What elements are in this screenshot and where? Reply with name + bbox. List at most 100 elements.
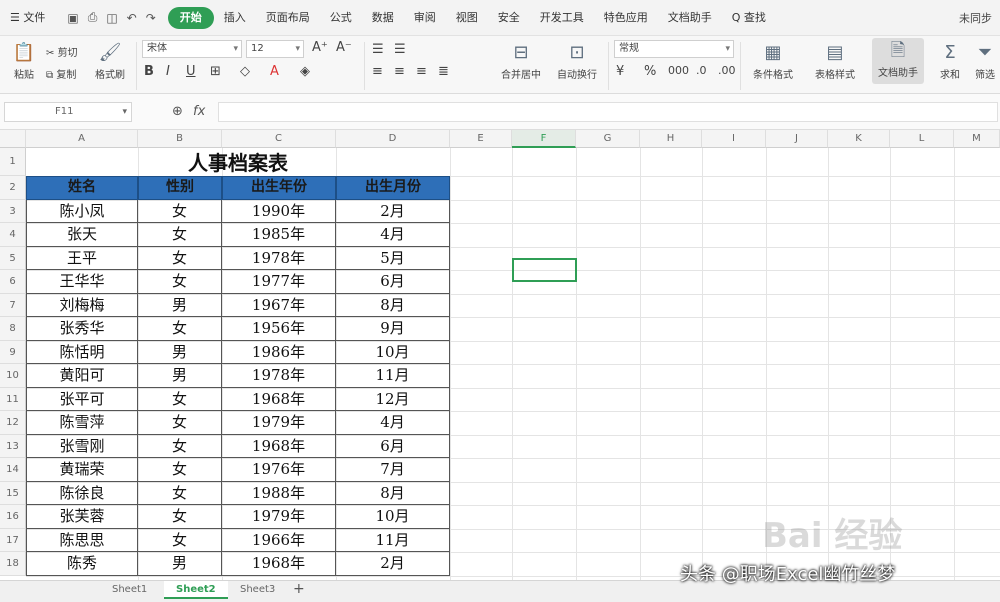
redo-icon[interactable]: ↷ — [146, 11, 156, 25]
menu-tab-8[interactable]: 开发工具 — [530, 7, 594, 29]
row-header-14[interactable]: 14 — [0, 458, 26, 482]
table-cell[interactable]: 王平 — [26, 246, 138, 270]
print-icon[interactable]: ⎙ — [88, 10, 98, 25]
row-header-13[interactable]: 13 — [0, 434, 26, 458]
select-all-corner[interactable] — [0, 130, 26, 148]
table-cell[interactable]: 2月 — [336, 552, 450, 576]
table-cell[interactable]: 男 — [138, 293, 222, 317]
table-cell[interactable]: 陈恬明 — [26, 340, 138, 364]
table-cell[interactable]: 8月 — [336, 293, 450, 317]
clear-format-icon[interactable]: ◈ — [300, 64, 310, 79]
row-header-1[interactable]: 1 — [0, 148, 26, 176]
format-painter-button[interactable]: 🖌 格式刷 — [90, 40, 130, 81]
table-cell[interactable]: 陈雪萍 — [26, 411, 138, 435]
doc-helper-button[interactable]: 🗎 文档助手 — [872, 38, 924, 84]
row-header-11[interactable]: 11 — [0, 387, 26, 411]
decrease-decimal-icon[interactable]: .00 — [718, 64, 736, 77]
row-header-5[interactable]: 5 — [0, 246, 26, 270]
table-cell[interactable]: 1990年 — [222, 199, 336, 223]
table-cell[interactable]: 1988年 — [222, 481, 336, 505]
column-header-i[interactable]: I — [702, 130, 766, 148]
table-cell[interactable]: 男 — [138, 340, 222, 364]
menu-tab-5[interactable]: 审阅 — [404, 7, 446, 29]
table-cell[interactable]: 1985年 — [222, 223, 336, 247]
column-header-j[interactable]: J — [766, 130, 828, 148]
table-cell[interactable]: 张雪刚 — [26, 434, 138, 458]
cut-button[interactable]: ✂ 剪切 — [46, 44, 78, 59]
table-cell[interactable]: 4月 — [336, 223, 450, 247]
undo-icon[interactable]: ↶ — [127, 11, 137, 25]
menu-tab-7[interactable]: 安全 — [488, 7, 530, 29]
row-header-8[interactable]: 8 — [0, 317, 26, 341]
table-cell[interactable]: 女 — [138, 223, 222, 247]
table-cell[interactable]: 1979年 — [222, 411, 336, 435]
column-header-g[interactable]: G — [576, 130, 640, 148]
percent-icon[interactable]: % — [644, 64, 656, 79]
row-header-10[interactable]: 10 — [0, 364, 26, 388]
row-header-12[interactable]: 12 — [0, 411, 26, 435]
table-header-cell[interactable]: 性别 — [138, 176, 222, 200]
table-cell[interactable]: 女 — [138, 387, 222, 411]
number-format-select[interactable]: 常规 — [614, 40, 734, 58]
table-cell[interactable]: 黄阳可 — [26, 364, 138, 388]
align-center-icon[interactable]: ≡ — [394, 64, 405, 79]
save-icon[interactable]: ▣ — [67, 11, 78, 25]
table-cell[interactable]: 10月 — [336, 340, 450, 364]
table-cell[interactable]: 11月 — [336, 364, 450, 388]
table-header-cell[interactable]: 出生年份 — [222, 176, 336, 200]
table-cell[interactable]: 女 — [138, 317, 222, 341]
table-cell[interactable]: 1968年 — [222, 434, 336, 458]
menu-tab-3[interactable]: 公式 — [320, 7, 362, 29]
column-header-e[interactable]: E — [450, 130, 512, 148]
table-cell[interactable]: 1968年 — [222, 552, 336, 576]
underline-icon[interactable]: U — [186, 64, 196, 79]
search-button[interactable]: Q 查找 — [722, 7, 776, 29]
row-header-4[interactable]: 4 — [0, 223, 26, 247]
table-cell[interactable]: 2月 — [336, 199, 450, 223]
file-menu[interactable]: ☰ 文件 — [0, 7, 55, 29]
table-cell[interactable]: 5月 — [336, 246, 450, 270]
sum-button[interactable]: Σ 求和 — [932, 40, 968, 81]
selected-cell-f11[interactable] — [512, 258, 577, 282]
table-cell[interactable]: 7月 — [336, 458, 450, 482]
table-style-button[interactable]: ▤ 表格样式 — [806, 40, 864, 81]
font-name-select[interactable]: 宋体 — [142, 40, 242, 58]
table-cell[interactable]: 8月 — [336, 481, 450, 505]
table-cell[interactable]: 女 — [138, 458, 222, 482]
table-cell[interactable]: 1979年 — [222, 505, 336, 529]
align-top-icon[interactable]: ☰ — [372, 42, 384, 57]
preview-icon[interactable]: ◫ — [106, 11, 117, 25]
column-header-m[interactable]: M — [954, 130, 1000, 148]
zoom-icon[interactable]: ⊕ — [172, 104, 183, 119]
row-header-16[interactable]: 16 — [0, 505, 26, 529]
row-header-15[interactable]: 15 — [0, 481, 26, 505]
italic-icon[interactable]: I — [166, 64, 170, 79]
table-cell[interactable]: 6月 — [336, 270, 450, 294]
name-box[interactable]: F11 — [4, 102, 132, 122]
table-header-cell[interactable]: 姓名 — [26, 176, 138, 200]
column-header-l[interactable]: L — [890, 130, 954, 148]
table-cell[interactable]: 张芙蓉 — [26, 505, 138, 529]
table-cell[interactable]: 1968年 — [222, 387, 336, 411]
column-header-d[interactable]: D — [336, 130, 450, 148]
table-cell[interactable]: 4月 — [336, 411, 450, 435]
column-header-b[interactable]: B — [138, 130, 222, 148]
table-cell[interactable]: 陈秀 — [26, 552, 138, 576]
menu-tab-4[interactable]: 数据 — [362, 7, 404, 29]
menu-tab-0[interactable]: 开始 — [167, 6, 214, 29]
column-header-c[interactable]: C — [222, 130, 336, 148]
wrap-text-button[interactable]: ⊡ 自动换行 — [552, 40, 602, 81]
row-header-18[interactable]: 18 — [0, 552, 26, 576]
row-header-9[interactable]: 9 — [0, 340, 26, 364]
sync-status[interactable]: 未同步 — [959, 10, 1000, 26]
align-right-icon[interactable]: ≡ — [416, 64, 427, 79]
menu-tab-9[interactable]: 特色应用 — [594, 7, 658, 29]
table-cell[interactable]: 王华华 — [26, 270, 138, 294]
grow-font-icon[interactable]: A⁺ — [312, 40, 328, 55]
font-color-icon[interactable]: A — [270, 64, 279, 79]
fx-icon[interactable]: fx — [193, 104, 205, 119]
filter-button[interactable]: ⏷ 筛选 — [970, 40, 1000, 81]
table-cell[interactable]: 张平可 — [26, 387, 138, 411]
sheet-tab-sheet2[interactable]: Sheet2 — [164, 581, 228, 599]
table-cell[interactable]: 10月 — [336, 505, 450, 529]
